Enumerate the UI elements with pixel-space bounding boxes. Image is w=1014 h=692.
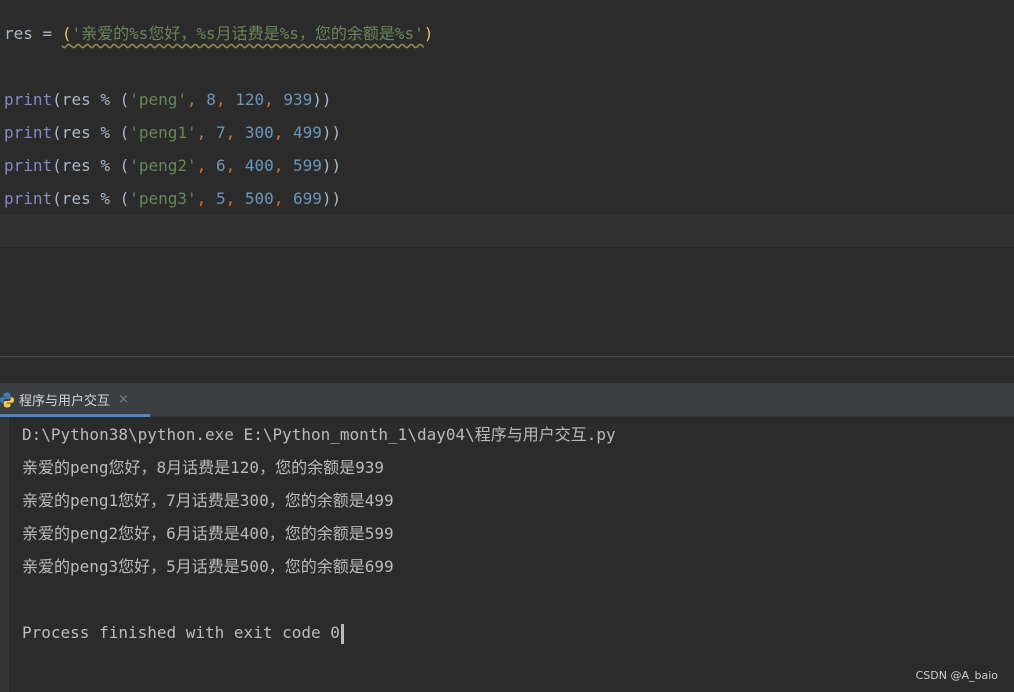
comma: , xyxy=(225,156,245,175)
print-func: print xyxy=(4,123,53,142)
number-arg: 6 xyxy=(215,156,226,175)
run-console[interactable]: D:\Python38\python.exe E:\Python_month_1… xyxy=(0,417,1014,692)
comma: , xyxy=(225,123,245,142)
open-paren: ( xyxy=(61,24,72,43)
comma: , xyxy=(196,189,216,208)
call-suffix: )) xyxy=(312,90,332,109)
comma: , xyxy=(264,90,284,109)
run-tab[interactable]: 程序与用户交互 × xyxy=(0,383,150,417)
python-icon xyxy=(0,392,15,408)
code-line-print-1[interactable]: print(res % ('peng', 8, 120, 939)) xyxy=(4,83,332,116)
run-tab-label: 程序与用户交互 xyxy=(19,394,111,409)
call-prefix: (res % ( xyxy=(52,156,130,175)
string-arg: 'peng1' xyxy=(129,123,197,142)
code-line-print-4[interactable]: print(res % ('peng3', 5, 500, 699)) xyxy=(4,182,341,215)
number-arg: 120 xyxy=(235,90,265,109)
code-line-res-assign[interactable]: res = ('亲爱的%s您好，%s月话费是%s，您的余额是%s') xyxy=(4,17,433,50)
number-arg: 5 xyxy=(215,189,226,208)
call-suffix: )) xyxy=(321,156,342,175)
panel-gap xyxy=(0,357,1014,383)
comma: , xyxy=(196,123,216,142)
number-arg: 939 xyxy=(283,90,313,109)
print-func: print xyxy=(4,90,53,109)
number-arg: 8 xyxy=(206,90,216,109)
number-arg: 499 xyxy=(293,123,322,142)
print-func: print xyxy=(4,189,53,208)
exit-message: Process finished with exit code 0 xyxy=(22,623,340,642)
console-gutter xyxy=(0,417,9,692)
number-arg: 300 xyxy=(244,123,274,142)
console-output-line: 亲爱的peng2您好，6月话费是400，您的余额是599 xyxy=(22,524,394,543)
run-tool-window-tabbar: 程序与用户交互 × xyxy=(0,383,1014,417)
number-arg: 500 xyxy=(244,189,274,208)
console-output-line: 亲爱的peng3您好，5月话费是500，您的余额是699 xyxy=(22,557,394,576)
current-line-highlight xyxy=(0,214,1014,247)
call-prefix: (res % ( xyxy=(52,189,130,208)
console-output-line: 亲爱的peng您好，8月话费是120，您的余额是939 xyxy=(22,458,384,477)
variable-res: res xyxy=(4,24,33,43)
comma: , xyxy=(215,90,236,109)
call-prefix: (res % ( xyxy=(52,90,130,109)
string-arg: 'peng3' xyxy=(129,189,197,208)
console-command-line: D:\Python38\python.exe E:\Python_month_1… xyxy=(22,425,616,444)
assign-operator: = xyxy=(32,24,62,43)
code-editor[interactable]: res = ('亲爱的%s您好，%s月话费是%s，您的余额是%s') print… xyxy=(0,0,1014,356)
call-prefix: (res % ( xyxy=(52,123,130,142)
call-suffix: )) xyxy=(321,123,342,142)
comma: , xyxy=(225,189,245,208)
number-arg: 599 xyxy=(293,156,322,175)
comma: , xyxy=(273,156,294,175)
watermark: CSDN @A_baio xyxy=(915,669,998,682)
console-output-line: 亲爱的peng1您好，7月话费是300，您的余额是499 xyxy=(22,491,394,510)
format-string: '亲爱的%s您好，%s月话费是%s，您的余额是%s' xyxy=(71,24,424,43)
comma: , xyxy=(187,90,207,109)
comma: , xyxy=(196,156,216,175)
comma: , xyxy=(273,123,294,142)
number-arg: 400 xyxy=(244,156,274,175)
string-arg: 'peng2' xyxy=(129,156,197,175)
call-suffix: )) xyxy=(321,189,342,208)
close-icon[interactable]: × xyxy=(118,392,129,407)
comma: , xyxy=(273,189,294,208)
number-arg: 7 xyxy=(215,123,226,142)
code-line-print-2[interactable]: print(res % ('peng1', 7, 300, 499)) xyxy=(4,116,341,149)
code-line-print-3[interactable]: print(res % ('peng2', 6, 400, 599)) xyxy=(4,149,341,182)
close-paren: ) xyxy=(423,24,434,43)
print-func: print xyxy=(4,156,53,175)
number-arg: 699 xyxy=(293,189,322,208)
console-exit-line: Process finished with exit code 0 xyxy=(22,616,344,649)
text-cursor xyxy=(340,623,344,644)
string-arg: 'peng' xyxy=(129,90,188,109)
